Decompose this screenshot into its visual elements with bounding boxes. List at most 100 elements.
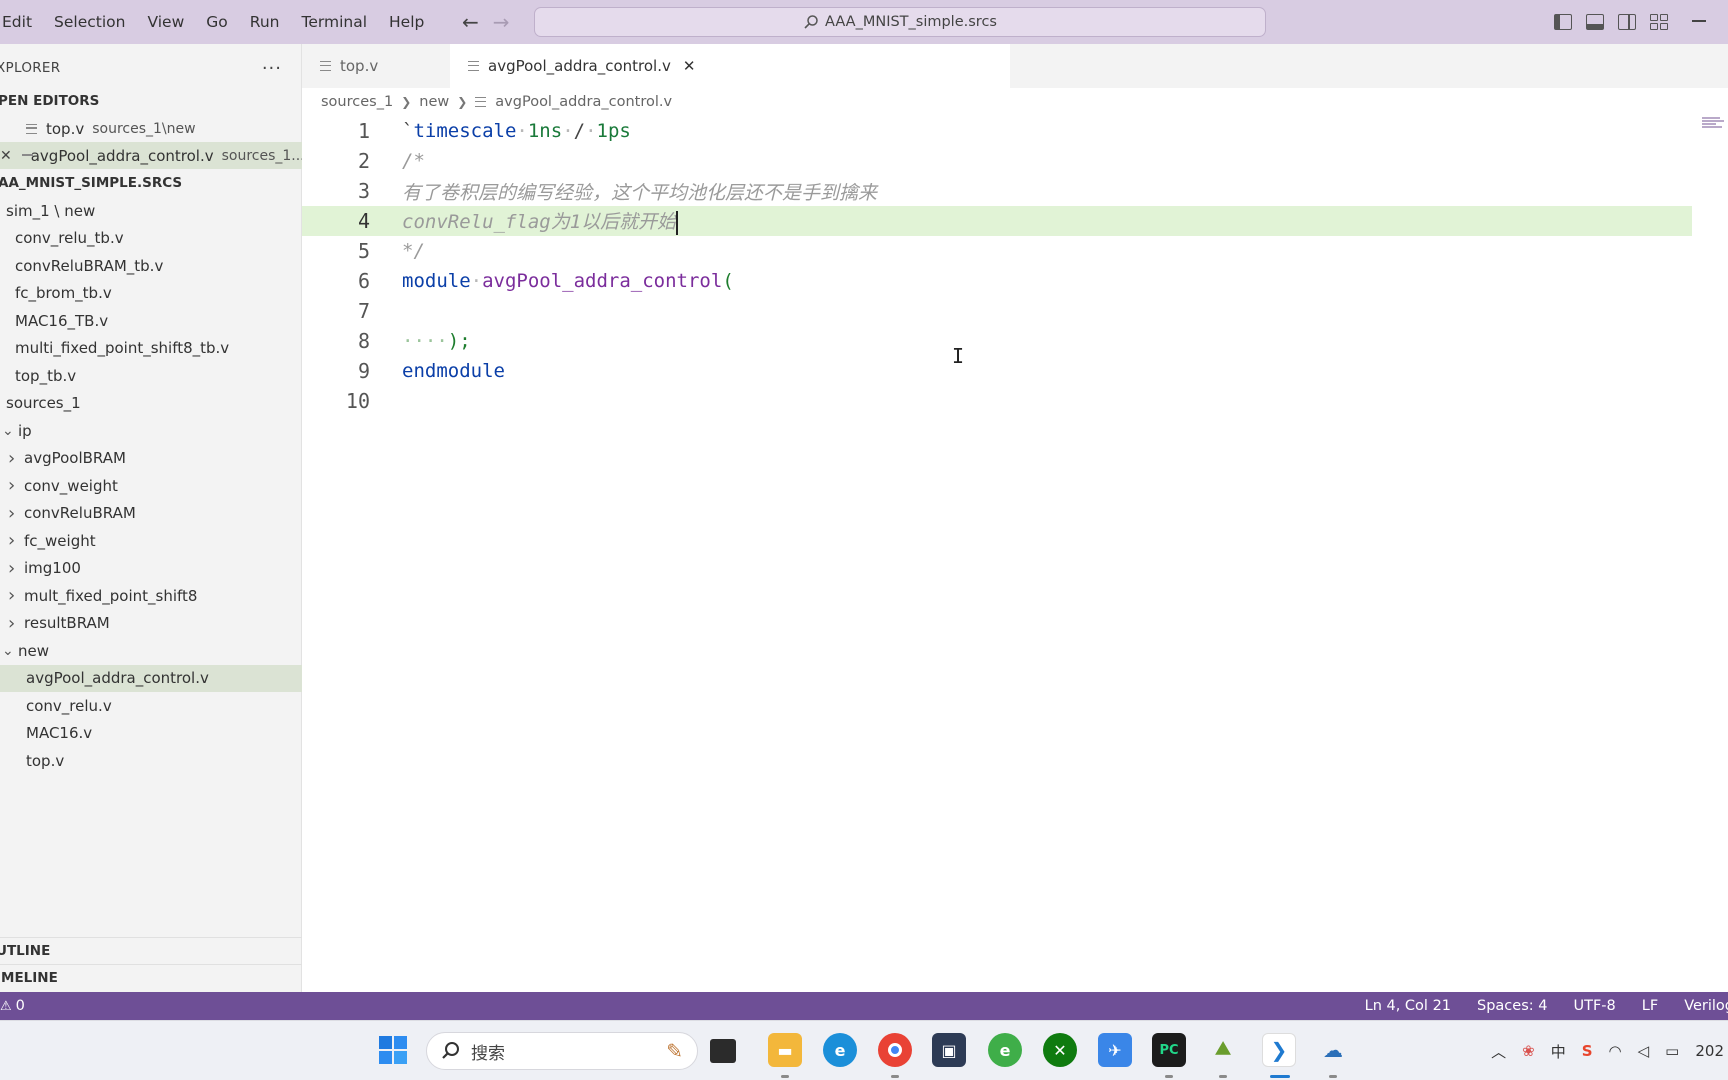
tree-folder[interactable]: › conv_weight bbox=[0, 472, 302, 499]
tree-file[interactable]: fc_brom_tb.v bbox=[0, 280, 302, 307]
wifi-icon[interactable]: ◠ bbox=[1609, 1042, 1622, 1060]
forward-arrow-icon[interactable]: → bbox=[493, 10, 510, 34]
tree-folder[interactable]: › convReluBRAM bbox=[0, 500, 302, 527]
navigation-arrows: ← → bbox=[462, 0, 510, 44]
menu-help[interactable]: Help bbox=[378, 0, 435, 44]
tray-app-icon[interactable]: ❀ bbox=[1522, 1042, 1535, 1060]
tree-folder[interactable]: ⌄ new bbox=[0, 637, 302, 664]
open-editor-desc: sources_1\new bbox=[92, 120, 196, 137]
chevron-down-icon: ⌄ bbox=[2, 422, 14, 439]
line-number: 6 bbox=[357, 269, 370, 293]
taskbar-search[interactable]: 搜索 ✎ bbox=[426, 1032, 698, 1070]
tree-folder[interactable]: sources_1 bbox=[0, 390, 302, 417]
open-editor-item[interactable]: top.v sources_1\new bbox=[0, 115, 302, 142]
customize-layout-icon[interactable] bbox=[1650, 14, 1668, 30]
ime-indicator[interactable]: 中 bbox=[1551, 1041, 1566, 1062]
xbox-icon[interactable]: ✕ bbox=[1043, 1033, 1077, 1067]
tree-folder[interactable]: › img100 bbox=[0, 555, 302, 582]
tree-file[interactable]: multi_fixed_point_shift8_tb.v bbox=[0, 335, 302, 362]
sync-app-icon[interactable]: ☁ bbox=[1316, 1033, 1350, 1067]
file-explorer-icon[interactable]: ▬ bbox=[768, 1033, 802, 1067]
toggle-secondary-sidebar-icon[interactable] bbox=[1618, 14, 1636, 30]
code-line: 10 bbox=[302, 386, 1692, 416]
breadcrumb-item[interactable]: new bbox=[419, 94, 449, 110]
menu-go[interactable]: Go bbox=[195, 0, 239, 44]
toggle-panel-icon[interactable] bbox=[1586, 14, 1604, 30]
breadcrumb-item[interactable]: avgPool_addra_control.v bbox=[495, 94, 672, 110]
close-icon[interactable]: ✕ bbox=[0, 148, 12, 164]
vscode-icon[interactable]: ❯ bbox=[1262, 1033, 1296, 1067]
battery-icon[interactable]: ▭ bbox=[1665, 1042, 1679, 1060]
close-icon[interactable]: ✕ bbox=[683, 57, 696, 75]
tree-file[interactable]: MAC16_TB.v bbox=[0, 307, 302, 334]
task-view-icon[interactable] bbox=[710, 1039, 736, 1063]
toggle-primary-sidebar-icon[interactable] bbox=[1554, 14, 1572, 30]
wps-icon[interactable]: S bbox=[1582, 1042, 1593, 1060]
tree-file[interactable]: conv_relu.v bbox=[0, 692, 302, 719]
menu-terminal[interactable]: Terminal bbox=[291, 0, 379, 44]
timeline-section[interactable]: IMELINE bbox=[0, 964, 302, 990]
menu-selection[interactable]: Selection bbox=[43, 0, 136, 44]
tree-folder[interactable]: ⌄ ip bbox=[0, 417, 302, 444]
clock[interactable]: 202 bbox=[1695, 1042, 1724, 1060]
tree-item-label: conv_relu.v bbox=[26, 696, 112, 715]
open-editors-header[interactable]: PEN EDITORS bbox=[0, 88, 302, 114]
tree-file[interactable]: convReluBRAM_tb.v bbox=[0, 252, 302, 279]
tree-folder[interactable]: › fc_weight bbox=[0, 527, 302, 554]
chrome-browser-icon[interactable] bbox=[878, 1033, 912, 1067]
tab-avgpool-addra-control-v[interactable]: avgPool_addra_control.v ✕ bbox=[450, 44, 1010, 88]
tree-item-label: MAC16_TB.v bbox=[15, 311, 109, 330]
tree-folder[interactable]: › mult_fixed_point_shift8 bbox=[0, 582, 302, 609]
tree-file[interactable]: top.v bbox=[0, 747, 302, 774]
command-center[interactable]: AAA_MNIST_simple.srcs bbox=[534, 7, 1266, 37]
code-text: 有了卷积层的编写经验，这个平均池化层还不是手到擒来 bbox=[402, 181, 878, 204]
tree-file[interactable]: conv_relu_tb.v bbox=[0, 225, 302, 252]
open-editor-item-active[interactable]: ✕ avgPool_addra_control.v sources_1... bbox=[0, 142, 302, 169]
menu-edit[interactable]: Edit bbox=[0, 0, 43, 44]
tab-top-v[interactable]: top.v bbox=[302, 44, 450, 88]
cursor-position[interactable]: Ln 4, Col 21 bbox=[1365, 998, 1451, 1014]
breadcrumb-item[interactable]: sources_1 bbox=[321, 94, 393, 110]
explorer-header: XPLORER ··· bbox=[0, 54, 302, 82]
end-of-line[interactable]: LF bbox=[1642, 998, 1658, 1014]
code-text: convRelu_flag为1以后就开始 bbox=[402, 210, 679, 235]
encoding[interactable]: UTF-8 bbox=[1573, 998, 1615, 1014]
tree-folder[interactable]: sim_1 \ new bbox=[0, 197, 302, 224]
code-editor[interactable]: 1 `timescale·1ns·/·1ps 2 /* 3 有了卷积层的编写经验… bbox=[302, 116, 1728, 992]
tree-folder[interactable]: › avgPoolBRAM bbox=[0, 445, 302, 472]
layout-controls bbox=[1554, 0, 1668, 44]
tree-file[interactable]: top_tb.v bbox=[0, 362, 302, 389]
tree-file[interactable]: MAC16.v bbox=[0, 720, 302, 747]
explorer-title: XPLORER bbox=[0, 60, 61, 76]
indentation[interactable]: Spaces: 4 bbox=[1477, 998, 1547, 1014]
line-number: 8 bbox=[357, 329, 370, 353]
menu-view[interactable]: View bbox=[136, 0, 195, 44]
virtualbox-icon[interactable]: ▣ bbox=[932, 1033, 966, 1067]
feishu-icon[interactable]: ✈ bbox=[1098, 1033, 1132, 1067]
chevron-up-icon[interactable]: ︿ bbox=[1491, 1041, 1506, 1062]
pycharm-icon[interactable]: PC bbox=[1152, 1033, 1186, 1067]
ie-browser-icon[interactable]: e bbox=[988, 1033, 1022, 1067]
minimize-window-icon[interactable] bbox=[1692, 20, 1706, 22]
more-actions-icon[interactable]: ··· bbox=[262, 58, 282, 79]
menu-run[interactable]: Run bbox=[239, 0, 291, 44]
line-number: 3 bbox=[357, 179, 370, 203]
problems-count[interactable]: 0 bbox=[16, 998, 25, 1014]
chevron-right-icon: › bbox=[8, 530, 16, 551]
tree-folder[interactable]: › resultBRAM bbox=[0, 610, 302, 637]
status-left: ⚠ 0 bbox=[0, 998, 25, 1014]
volume-icon[interactable]: ◁ bbox=[1638, 1042, 1650, 1060]
tree-file[interactable]: avgPool_addra_control.v bbox=[0, 664, 302, 692]
warning-icon[interactable]: ⚠ bbox=[0, 999, 12, 1014]
edge-browser-icon[interactable]: e bbox=[823, 1033, 857, 1067]
outline-section[interactable]: UTLINE bbox=[0, 937, 302, 963]
vivado-icon[interactable]: ⯅ bbox=[1206, 1033, 1240, 1067]
search-icon bbox=[442, 1042, 459, 1059]
code-text: endmodule bbox=[402, 360, 505, 382]
windows-start-icon[interactable] bbox=[376, 1033, 410, 1067]
minimap[interactable] bbox=[1702, 116, 1726, 136]
language-mode[interactable]: Verilog bbox=[1684, 998, 1728, 1014]
workspace-header[interactable]: AA_MNIST_SIMPLE.SRCS bbox=[0, 170, 302, 196]
back-arrow-icon[interactable]: ← bbox=[462, 10, 479, 34]
explorer-sidebar: XPLORER ··· PEN EDITORS top.v sources_1\… bbox=[0, 44, 302, 992]
